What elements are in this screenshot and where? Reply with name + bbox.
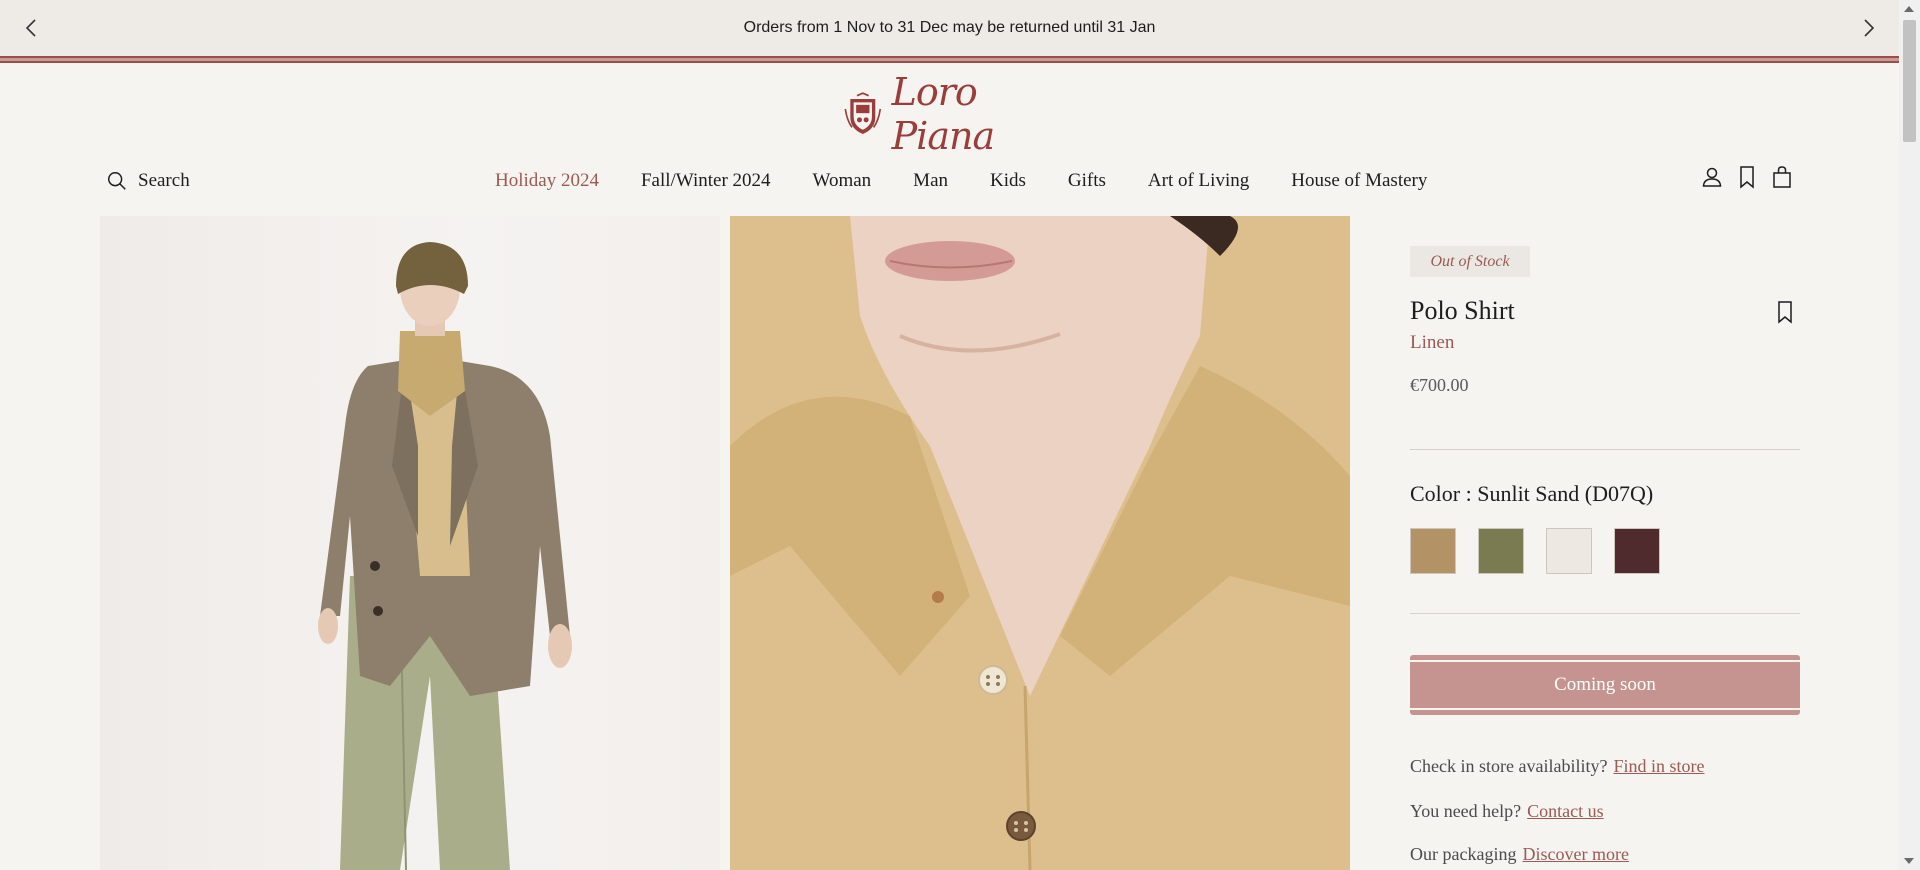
help-question: You need help?: [1410, 801, 1522, 821]
scroll-up-arrow[interactable]: [1904, 6, 1914, 12]
product-image-detail[interactable]: [730, 216, 1350, 870]
swatch-olive[interactable]: [1478, 528, 1524, 574]
store-availability-line: Check in store availability? Find in stor…: [1410, 756, 1704, 777]
status-badge: Out of Stock: [1410, 246, 1530, 277]
nav-item-fall-winter-2024[interactable]: Fall/Winter 2024: [641, 170, 771, 192]
model-illustration: [318, 242, 572, 870]
search-icon: [108, 172, 126, 190]
announcement-bar: Orders from 1 Nov to 31 Dec may be retur…: [0, 0, 1899, 56]
shopping-bag-icon[interactable]: [1770, 165, 1794, 189]
product-title: Polo Shirt: [1410, 296, 1515, 325]
wishlist-icon[interactable]: [1735, 165, 1759, 189]
find-in-store-link[interactable]: Find in store: [1613, 756, 1704, 776]
nav-item-gifts[interactable]: Gifts: [1068, 170, 1106, 192]
brand-wordmark: Loro Piana: [891, 70, 996, 158]
swatch-burgundy[interactable]: [1614, 528, 1660, 574]
nav-item-house-of-mastery[interactable]: House of Mastery: [1291, 170, 1427, 192]
nav-item-woman[interactable]: Woman: [813, 170, 872, 192]
scrollbar-thumb[interactable]: [1903, 20, 1916, 142]
coming-soon-label: Coming soon: [1554, 674, 1656, 695]
product-price: €700.00: [1410, 375, 1469, 395]
help-line: You need help? Contact us: [1410, 801, 1604, 822]
crest-icon: [844, 92, 882, 134]
packaging-line: Our packaging Discover more: [1410, 844, 1629, 865]
nav-item-art-of-living[interactable]: Art of Living: [1148, 170, 1249, 192]
swatch-ivory[interactable]: [1546, 528, 1592, 574]
divider: [1410, 449, 1800, 450]
decorative-stripe: [0, 56, 1899, 64]
discover-more-link[interactable]: Discover more: [1522, 844, 1628, 864]
search-label: Search: [138, 170, 190, 191]
collar-detail-illustration: [730, 216, 1350, 870]
contact-us-link[interactable]: Contact us: [1527, 801, 1604, 821]
color-swatches: [1410, 528, 1682, 574]
scroll-down-arrow[interactable]: [1904, 858, 1914, 864]
packaging-question: Our packaging: [1410, 844, 1517, 864]
swatch-sunlit-sand[interactable]: [1410, 528, 1456, 574]
color-label: Color : Sunlit Sand (D07Q): [1410, 481, 1654, 506]
bookmark-icon[interactable]: [1775, 300, 1795, 324]
header-icons: [1700, 165, 1805, 189]
product-material: Linen: [1410, 332, 1455, 353]
search-button[interactable]: Search: [106, 170, 190, 192]
chevron-right-icon[interactable]: [1856, 16, 1880, 40]
coming-soon-button[interactable]: Coming soon: [1410, 655, 1800, 715]
account-icon[interactable]: [1700, 165, 1724, 189]
brand-logo[interactable]: Loro Piana: [842, 70, 1057, 158]
nav-item-man[interactable]: Man: [913, 170, 948, 192]
divider: [1410, 613, 1800, 614]
nav-item-holiday-2024[interactable]: Holiday 2024: [495, 170, 599, 192]
page-scrollbar[interactable]: [1899, 0, 1920, 870]
main-nav: Holiday 2024 Fall/Winter 2024 Woman Man …: [495, 170, 1469, 192]
store-question: Check in store availability?: [1410, 756, 1608, 776]
product-image-model[interactable]: [100, 216, 720, 870]
announcement-message: Orders from 1 Nov to 31 Dec may be retur…: [743, 19, 1156, 36]
nav-item-kids[interactable]: Kids: [990, 170, 1026, 192]
